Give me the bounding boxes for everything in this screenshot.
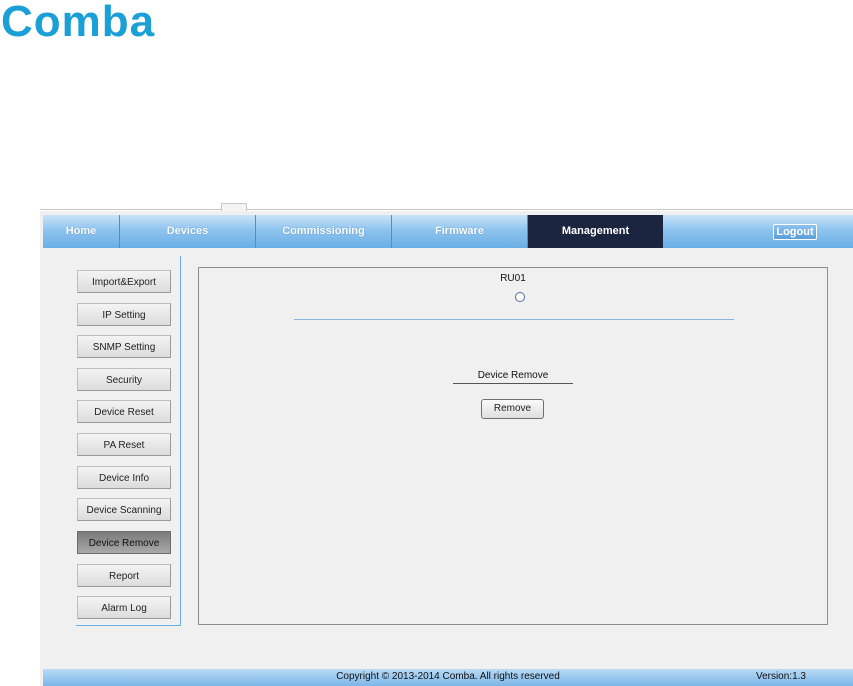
web-app: Home Devices Commissioning Firmware Mana… [40, 211, 853, 686]
browser-frame-line [40, 209, 853, 210]
svg-text:Comba: Comba [1, 0, 155, 42]
version-text: Version:1.3 [755, 671, 806, 682]
management-sidebar: Import&Export IP Setting SNMP Setting Se… [76, 256, 181, 626]
device-name-label: RU01 [500, 273, 526, 284]
sidebar-item-snmp-setting[interactable]: SNMP Setting [77, 335, 171, 358]
nav-management[interactable]: Management [528, 215, 663, 248]
footer-bar: Copyright © 2013-2014 Comba. All rights … [43, 669, 853, 686]
sidebar-item-device-remove[interactable]: Device Remove [77, 531, 171, 554]
sidebar-item-ip-setting[interactable]: IP Setting [77, 303, 171, 326]
sidebar-item-device-reset[interactable]: Device Reset [77, 400, 171, 423]
sidebar-item-device-info[interactable]: Device Info [77, 466, 171, 489]
sidebar-item-report[interactable]: Report [77, 564, 171, 587]
comba-logo: Comba [1, 0, 155, 42]
nav-commissioning[interactable]: Commissioning [256, 215, 392, 248]
section-title: Device Remove [477, 370, 549, 381]
remove-button[interactable]: Remove [481, 399, 544, 419]
panel-divider [294, 319, 734, 320]
nav-home[interactable]: Home [43, 215, 120, 248]
logout-button[interactable]: Logout [773, 224, 817, 240]
nav-firmware[interactable]: Firmware [392, 215, 528, 248]
device-remove-panel: RU01 Device Remove Remove [198, 267, 828, 625]
sidebar-item-device-scanning[interactable]: Device Scanning [77, 498, 171, 521]
section-title-underline [453, 383, 573, 384]
top-navigation: Home Devices Commissioning Firmware Mana… [43, 215, 853, 248]
sidebar-item-security[interactable]: Security [77, 368, 171, 391]
sidebar-item-alarm-log[interactable]: Alarm Log [77, 596, 171, 619]
sidebar-item-import-export[interactable]: Import&Export [77, 270, 171, 293]
copyright-text: Copyright © 2013-2014 Comba. All rights … [336, 671, 560, 682]
sidebar-item-pa-reset[interactable]: PA Reset [77, 433, 171, 456]
nav-devices[interactable]: Devices [120, 215, 256, 248]
browser-frame-tab [221, 203, 247, 211]
device-select-radio[interactable] [515, 292, 525, 302]
